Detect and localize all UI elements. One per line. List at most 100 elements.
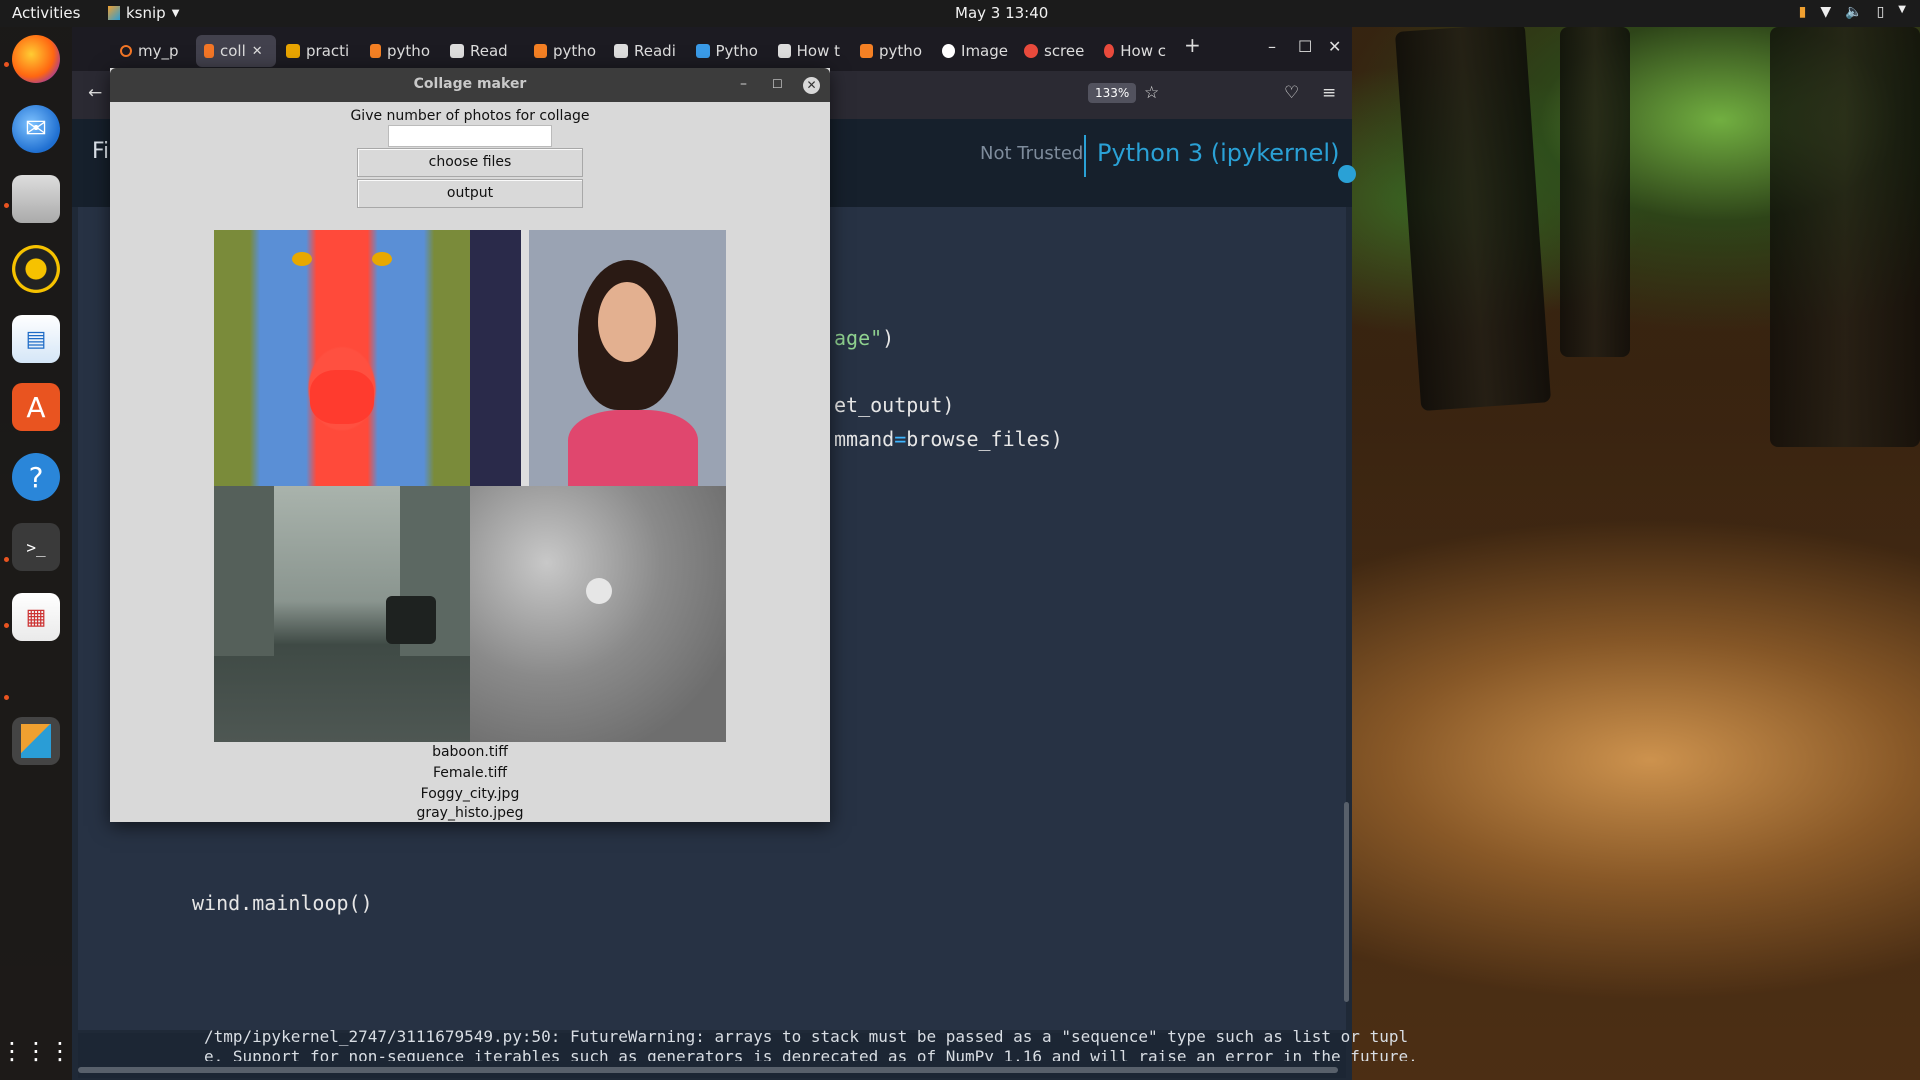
- portrait-face: [598, 282, 656, 362]
- tab-label: scree: [1044, 42, 1085, 60]
- tab-pytho-3[interactable]: Pytho: [696, 35, 758, 67]
- tree-trunk: [1394, 22, 1552, 412]
- ksnip-tray-icon[interactable]: ▮: [1799, 4, 1807, 20]
- tab-how-c[interactable]: How c: [1104, 35, 1166, 67]
- pocket-icon[interactable]: ♡: [1284, 83, 1299, 103]
- close-window-button[interactable]: ✕: [1328, 37, 1341, 56]
- maximize-button[interactable]: ☐: [1298, 37, 1312, 56]
- ksnip-icon[interactable]: [12, 717, 60, 765]
- baboon-eye: [372, 252, 392, 266]
- tab-label: Readi: [634, 42, 676, 60]
- photo-count-label: Give number of photos for collage: [350, 108, 590, 124]
- running-indicator: [4, 695, 9, 700]
- code-line[interactable]: age"): [834, 326, 894, 350]
- tab-scree[interactable]: scree: [1024, 35, 1088, 67]
- photo-count-input[interactable]: [388, 125, 552, 147]
- portrait-shirt: [568, 410, 698, 486]
- vertical-scrollbar[interactable]: [1344, 802, 1349, 1002]
- not-trusted-indicator[interactable]: Not Trusted: [980, 143, 1083, 164]
- tab-image[interactable]: Image: [942, 35, 1008, 67]
- tab-favicon-icon: [614, 44, 628, 58]
- code-text: ): [882, 326, 895, 350]
- menu-icon[interactable]: ≡: [1322, 83, 1336, 103]
- tab-readi[interactable]: Readi: [614, 35, 676, 67]
- stackoverflow-icon: [534, 44, 548, 58]
- app-menu-label: ksnip: [126, 4, 166, 22]
- file-list-item: Female.tiff: [432, 765, 508, 781]
- maximize-button[interactable]: ☐: [772, 77, 783, 91]
- back-icon[interactable]: ←: [88, 83, 102, 103]
- code-line[interactable]: et_output): [834, 393, 954, 417]
- file-list-item: gray_histo.jpeg: [416, 805, 524, 821]
- code-text: browse_files): [906, 427, 1063, 451]
- kernel-status-icon: [1338, 165, 1356, 183]
- collage-image: [214, 230, 726, 742]
- tab-read[interactable]: Read: [450, 35, 510, 67]
- baboon-nose: [310, 370, 374, 424]
- stackoverflow-icon: [860, 44, 874, 58]
- tab-pytho-4[interactable]: pytho: [860, 35, 922, 67]
- tab-my-p[interactable]: my_p: [120, 35, 192, 67]
- minimize-button[interactable]: –: [740, 76, 747, 92]
- tree-trunk: [1770, 27, 1920, 447]
- tab-how[interactable]: How t: [778, 35, 840, 67]
- baboon-eye: [292, 252, 312, 266]
- collage-maker-window: Collage maker – ☐ ✕ Give number of photo…: [110, 68, 830, 822]
- choose-files-button[interactable]: choose files: [357, 148, 583, 177]
- help-icon[interactable]: ?: [12, 453, 60, 501]
- thunderbird-icon[interactable]: ✉: [12, 105, 60, 153]
- clock[interactable]: May 3 13:40: [955, 4, 1048, 22]
- tab-label: pytho: [387, 42, 430, 60]
- code-text: mmand: [834, 427, 895, 451]
- close-button[interactable]: ✕: [803, 77, 820, 94]
- files-icon[interactable]: [12, 175, 60, 223]
- horizontal-scrollbar[interactable]: [78, 1067, 1338, 1073]
- tab-pytho[interactable]: pytho: [370, 35, 430, 67]
- writer-icon[interactable]: ▤: [12, 315, 60, 363]
- tab-label: pytho: [553, 42, 596, 60]
- rhythmbox-icon[interactable]: [12, 245, 60, 293]
- chevron-down-icon: ▼: [171, 7, 180, 19]
- window-titlebar[interactable]: Collage maker – ☐ ✕: [110, 68, 830, 102]
- close-icon[interactable]: ✕: [252, 44, 263, 59]
- tab-favicon-icon: [1024, 44, 1038, 58]
- window-title: Collage maker: [413, 76, 527, 92]
- tab-collage[interactable]: coll ✕: [196, 35, 276, 67]
- tab-label: Pytho: [715, 42, 759, 60]
- zoom-level[interactable]: 133%: [1088, 83, 1137, 103]
- show-apps-icon[interactable]: ⋮⋮⋮: [0, 1027, 72, 1075]
- tab-practi[interactable]: practi: [286, 35, 350, 67]
- code-line[interactable]: mmand=browse_files): [834, 427, 1063, 451]
- code-operator: =: [894, 427, 907, 451]
- tab-pytho-2[interactable]: pytho: [534, 35, 596, 67]
- code-line[interactable]: wind.mainloop(): [192, 891, 373, 915]
- notebook-menu-file[interactable]: Fi: [92, 139, 109, 164]
- software-icon[interactable]: A: [12, 383, 60, 431]
- terminal-icon[interactable]: >_: [12, 523, 60, 571]
- warning-text: /tmp/ipykernel_2747/3111679549.py:50: Fu…: [204, 1027, 1409, 1046]
- tab-favicon-icon: [450, 44, 464, 58]
- activities-button[interactable]: Activities: [12, 4, 80, 22]
- tab-label: How c: [1120, 42, 1166, 60]
- new-tab-button[interactable]: +: [1184, 33, 1201, 57]
- code-string: age": [834, 326, 883, 350]
- flower-blossom: [586, 578, 612, 604]
- firefox-icon[interactable]: [12, 35, 60, 83]
- output-button[interactable]: output: [357, 179, 583, 208]
- tab-favicon-icon: [778, 44, 791, 58]
- system-tray[interactable]: ▮ ▼ 🔈 ▯ ▼: [1799, 4, 1906, 20]
- gnome-top-bar: Activities ksnip ▼ May 3 13:40 ▮ ▼ 🔈 ▯ ▼: [0, 0, 1920, 27]
- app-menu[interactable]: ksnip ▼: [108, 4, 179, 22]
- document-viewer-icon[interactable]: ▦: [12, 593, 60, 641]
- kernel-name[interactable]: Python 3 (ipykernel): [1097, 139, 1339, 167]
- wifi-icon: ▼: [1820, 4, 1832, 20]
- bookmark-star-icon[interactable]: ☆: [1144, 83, 1159, 103]
- tab-label: my_p: [138, 42, 179, 60]
- file-list-item: Foggy_city.jpg: [420, 786, 520, 802]
- tab-label: practi: [306, 42, 350, 60]
- hourglass-icon: [204, 44, 214, 58]
- ksnip-logo: [21, 724, 51, 758]
- ksnip-icon: [108, 6, 120, 20]
- tab-label: How t: [796, 42, 840, 60]
- minimize-button[interactable]: –: [1268, 37, 1276, 56]
